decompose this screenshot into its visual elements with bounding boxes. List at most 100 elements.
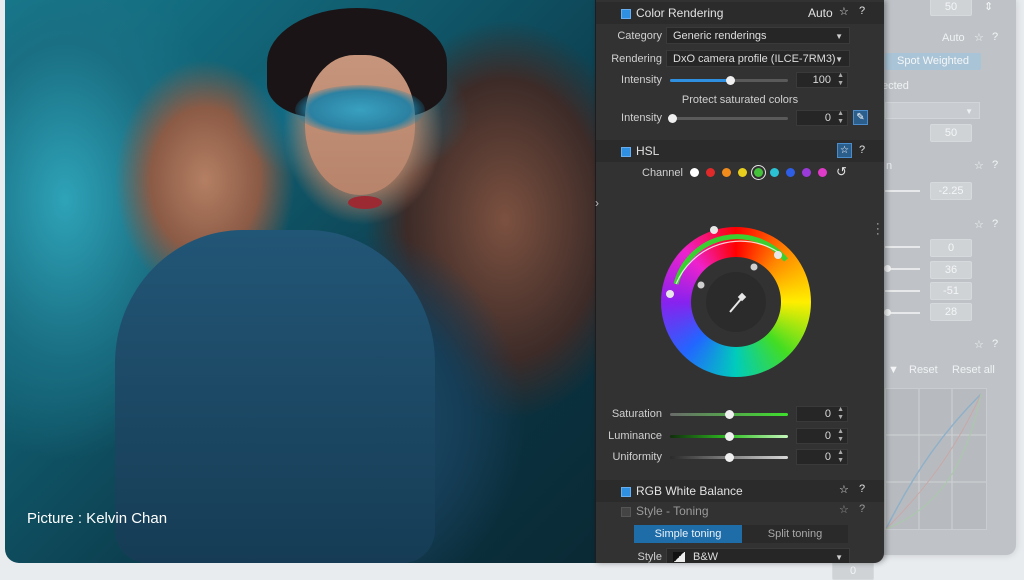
panel-resize-handle-icon[interactable]: · · · [876,219,880,240]
star-icon[interactable]: ☆ [839,503,849,516]
saturation-value: 0 [824,408,831,420]
rgb-wb-title: RGB White Balance [636,484,743,498]
luminance-slider-knob[interactable] [725,432,734,441]
channel-cyan-button[interactable] [770,168,779,177]
hsl-color-wheel[interactable] [656,222,816,382]
uniformity-slider-knob[interactable] [725,453,734,462]
bg-slider-knob [884,265,891,272]
channel-orange-button[interactable] [722,168,731,177]
bg-spin-icon: ⇕ [984,1,994,13]
help-icon[interactable]: ? [859,5,865,17]
category-label: Category [617,30,662,42]
wheel-handle[interactable] [666,290,674,298]
spin-arrows-icon[interactable]: ▲ ▼ [837,428,844,444]
star-icon[interactable]: ☆ [837,143,852,158]
intensity-label: Intensity [621,74,662,86]
chevron-down-icon: ▼ [835,553,843,562]
intensity-slider-knob[interactable] [726,76,735,85]
channel-green-button[interactable] [754,168,763,177]
protect-intensity-slider[interactable] [668,114,788,123]
bg-label: n [886,160,893,172]
bg-slider [885,190,920,192]
tab-split-toning[interactable]: Split toning [742,525,848,543]
uniformity-value: 0 [824,451,831,463]
bg-help-icon: ? [992,31,999,43]
style-select[interactable]: B&W ▼ [666,548,850,563]
channel-white-button[interactable] [690,168,699,177]
tone-curve-lines [885,389,986,530]
bg-dropdown: ▼ [885,102,980,119]
spin-arrows-icon[interactable]: ▲ ▼ [837,72,844,88]
help-icon[interactable]: ? [859,483,865,495]
bg-help-icon: ? [992,159,999,171]
saturation-slider[interactable] [670,410,788,419]
rendering-select[interactable]: DxO camera profile (ILCE-7RM3) ▼ [666,50,850,67]
bg-value-field: 0 [930,239,972,257]
channel-purple-button[interactable] [802,168,811,177]
channel-magenta-button[interactable] [818,168,827,177]
hsl-title: HSL [636,144,660,158]
bg-detected-text: ected [882,80,909,92]
collapse-panel-arrow-icon[interactable]: › [595,196,605,220]
rgb-wb-enable-checkbox[interactable] [621,487,631,497]
hsl-enable-checkbox[interactable] [621,147,631,157]
intensity-slider[interactable] [670,76,788,85]
luminance-slider[interactable] [670,432,788,441]
category-value: Generic renderings [673,30,767,42]
spin-arrows-icon[interactable]: ▲ ▼ [837,449,844,465]
style-toning-enable-checkbox[interactable] [621,507,631,517]
tab-simple-toning[interactable]: Simple toning [634,525,742,543]
bg-help-icon: ? [992,218,999,230]
bg-help-icon: ? [992,338,999,350]
bg-auto-label: Auto [942,32,965,44]
eyedropper-button[interactable]: ✎ [853,110,868,125]
photo-preview: Picture : Kelvin Chan [5,0,605,563]
wheel-handle[interactable] [697,281,705,289]
photo-makeup [295,85,425,135]
photo-caption: Picture : Kelvin Chan [27,510,168,527]
wheel-handle[interactable] [750,263,758,271]
spin-arrows-icon[interactable]: ▲ ▼ [837,110,844,126]
reset-channel-icon[interactable]: ↺ [836,164,847,180]
bg-value-field: 50 [930,0,972,16]
help-icon[interactable]: ? [859,503,865,515]
correction-panel: Color Rendering Auto ☆ ? Category Generi… [595,0,884,563]
uniformity-slider[interactable] [670,453,788,462]
star-icon[interactable]: ☆ [839,5,849,18]
spot-weighted-button: Spot Weighted [885,53,981,70]
bg-star-icon: ☆ [974,219,984,231]
channel-blue-button[interactable] [786,168,795,177]
bg-value-field: -2.25 [930,182,972,200]
channel-red-button[interactable] [706,168,715,177]
protect-intensity-label: Intensity [621,112,662,124]
category-select[interactable]: Generic renderings ▼ [666,27,850,44]
saturation-slider-knob[interactable] [725,410,734,419]
wheel-handle[interactable] [710,226,718,234]
help-icon[interactable]: ? [859,144,865,156]
color-rendering-enable-checkbox[interactable] [621,9,631,19]
channel-yellow-button[interactable] [738,168,747,177]
style-value: B&W [693,551,719,563]
protect-saturated-label: Protect saturated colors [681,94,799,106]
protect-intensity-spinbox[interactable]: 0 ▲ ▼ [796,110,848,126]
wheel-handle[interactable] [774,251,782,259]
luminance-spinbox[interactable]: 0 ▲ ▼ [796,428,848,444]
photo-lips [348,196,382,209]
protect-intensity-knob[interactable] [668,114,677,123]
intensity-spinbox[interactable]: 100 ▲ ▼ [796,72,848,88]
spin-arrows-icon[interactable]: ▲ ▼ [837,406,844,422]
style-toning-title: Style - Toning [636,504,709,518]
bg-slider [885,290,920,292]
color-rendering-auto-button[interactable]: Auto [808,6,833,20]
bg-value-field: 36 [930,261,972,279]
intensity-value: 100 [812,74,831,86]
style-label: Style [637,551,662,563]
bg-caret-icon: ▼ [888,364,899,376]
intensity-slider-fill [670,79,730,82]
uniformity-spinbox[interactable]: 0 ▲ ▼ [796,449,848,465]
saturation-label: Saturation [611,408,662,420]
saturation-spinbox[interactable]: 0 ▲ ▼ [796,406,848,422]
bw-swatch-icon [673,552,685,562]
star-icon[interactable]: ☆ [839,483,849,496]
tone-curve-graph [885,388,987,530]
